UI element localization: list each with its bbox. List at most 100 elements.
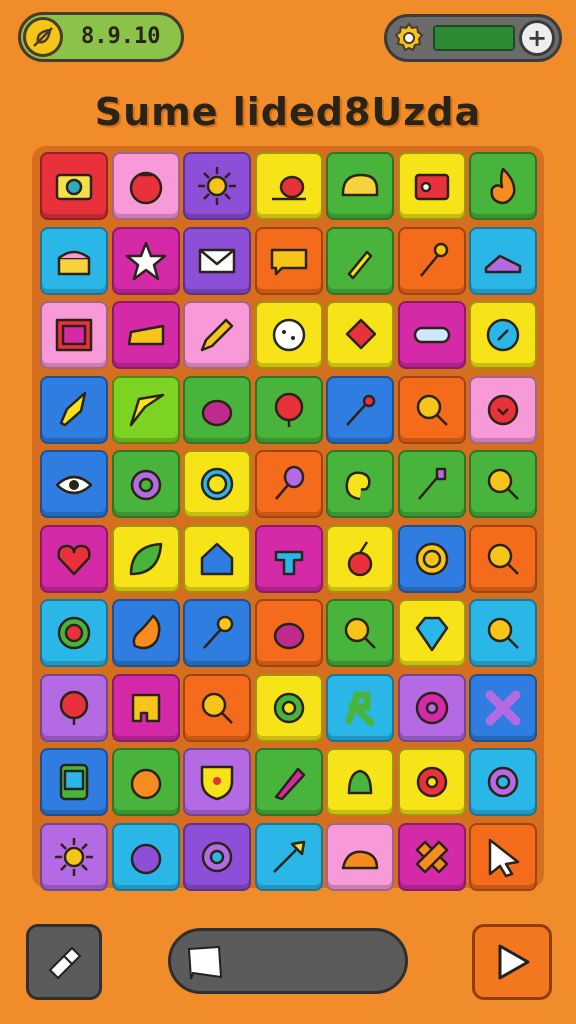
tile[interactable] xyxy=(40,226,108,295)
gear-icon xyxy=(487,766,519,798)
tile[interactable] xyxy=(469,226,537,295)
tile[interactable] xyxy=(326,599,394,667)
tile[interactable] xyxy=(40,375,108,444)
tile[interactable] xyxy=(469,375,537,444)
hammer-button[interactable] xyxy=(26,924,102,1000)
swirl-icon xyxy=(345,471,371,501)
energy-fill xyxy=(435,27,513,49)
tile[interactable] xyxy=(40,301,108,369)
top-bar: 8.9.10 + xyxy=(0,0,576,80)
tile[interactable] xyxy=(40,524,108,593)
tile[interactable] xyxy=(397,599,466,667)
tile[interactable] xyxy=(326,152,394,220)
brush-icon xyxy=(347,250,373,279)
tile[interactable] xyxy=(397,524,466,593)
tile[interactable] xyxy=(111,673,180,742)
tile[interactable] xyxy=(326,822,394,891)
magnifier-icon xyxy=(487,543,519,575)
tile[interactable] xyxy=(183,822,251,891)
tile[interactable] xyxy=(397,450,466,518)
tile[interactable] xyxy=(183,226,251,295)
tile[interactable] xyxy=(469,673,537,742)
tile[interactable] xyxy=(111,748,180,816)
tile[interactable] xyxy=(469,450,537,518)
tile[interactable] xyxy=(254,152,323,220)
tile[interactable] xyxy=(40,748,108,816)
tile[interactable] xyxy=(183,152,251,220)
coin-counter[interactable]: 8.9.10 xyxy=(18,12,184,62)
tile[interactable] xyxy=(326,673,394,742)
tile[interactable] xyxy=(469,524,537,593)
tile[interactable] xyxy=(254,524,323,593)
tile[interactable] xyxy=(183,599,251,667)
tile[interactable] xyxy=(397,375,466,444)
tile[interactable] xyxy=(183,748,251,816)
tile[interactable] xyxy=(326,301,394,369)
tile[interactable] xyxy=(183,301,251,369)
cog-icon xyxy=(416,766,447,798)
tile[interactable] xyxy=(397,748,466,816)
tile[interactable] xyxy=(254,748,323,816)
tile[interactable] xyxy=(111,226,180,295)
eye-icon xyxy=(55,475,93,495)
tile[interactable] xyxy=(254,301,323,369)
tile[interactable] xyxy=(40,450,108,518)
tile[interactable] xyxy=(254,599,323,667)
tile[interactable] xyxy=(469,152,537,220)
tile[interactable] xyxy=(111,822,180,891)
tile[interactable] xyxy=(40,152,108,220)
gear-icon[interactable] xyxy=(391,20,427,56)
tomato-icon xyxy=(129,171,162,205)
tile[interactable] xyxy=(469,599,537,667)
tile[interactable] xyxy=(326,524,394,593)
tile[interactable] xyxy=(111,152,180,220)
tile[interactable] xyxy=(111,450,180,518)
speech-bubble-icon xyxy=(270,248,307,275)
donut-icon xyxy=(415,691,448,724)
tile[interactable] xyxy=(397,673,466,742)
tile[interactable] xyxy=(397,226,466,295)
wand-icon xyxy=(346,394,376,426)
sun-icon xyxy=(198,167,236,205)
play-button[interactable] xyxy=(472,924,552,1000)
tile[interactable] xyxy=(397,301,466,369)
tile[interactable] xyxy=(326,748,394,816)
tile[interactable] xyxy=(326,450,394,518)
leaf-icon xyxy=(23,17,63,57)
spoon-icon xyxy=(274,465,304,500)
tile[interactable] xyxy=(183,450,251,518)
tile[interactable] xyxy=(397,822,466,891)
tile[interactable] xyxy=(469,822,537,891)
heart-icon xyxy=(57,544,91,575)
tile[interactable] xyxy=(469,748,537,816)
berry-icon xyxy=(130,843,161,874)
tile[interactable] xyxy=(40,673,108,742)
tile[interactable] xyxy=(183,524,251,593)
tile[interactable] xyxy=(254,375,323,444)
gear-icon xyxy=(201,841,233,872)
tile[interactable] xyxy=(183,375,251,444)
tile-board xyxy=(32,146,544,891)
bread-icon xyxy=(341,173,379,197)
tile[interactable] xyxy=(326,375,394,444)
tile[interactable] xyxy=(326,226,394,295)
camera-icon xyxy=(55,173,93,201)
tile[interactable] xyxy=(183,673,251,742)
tile[interactable] xyxy=(111,301,180,369)
tile[interactable] xyxy=(40,822,108,891)
tag-icon xyxy=(345,318,377,350)
pear-icon xyxy=(132,614,160,650)
tile[interactable] xyxy=(469,301,537,369)
tile[interactable] xyxy=(111,524,180,593)
add-button[interactable]: + xyxy=(519,20,555,56)
tile[interactable] xyxy=(254,450,323,518)
tile[interactable] xyxy=(111,375,180,444)
tile[interactable] xyxy=(397,152,466,220)
tile[interactable] xyxy=(254,226,323,295)
level-progress xyxy=(168,928,408,994)
tile[interactable] xyxy=(254,822,323,891)
tile[interactable] xyxy=(40,599,108,667)
tile[interactable] xyxy=(111,599,180,667)
tile[interactable] xyxy=(254,673,323,742)
leaf-icon xyxy=(129,542,162,575)
